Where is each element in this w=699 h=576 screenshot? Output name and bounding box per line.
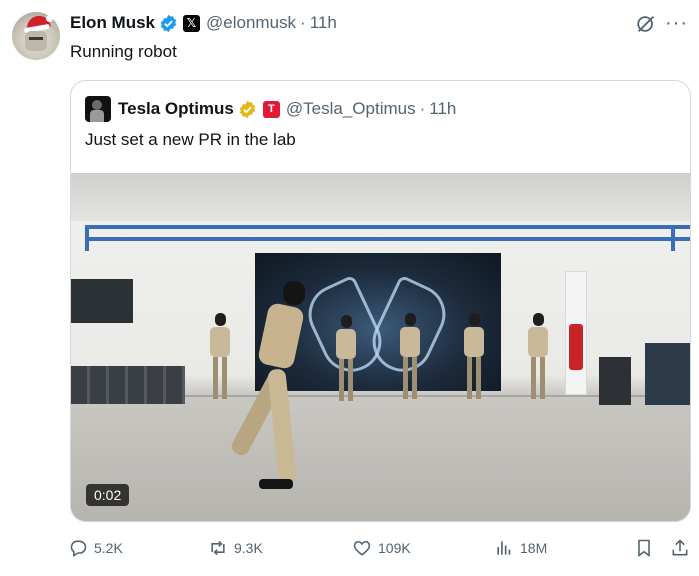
robot-legs xyxy=(339,359,353,401)
quote-avatar[interactable] xyxy=(85,96,111,122)
robot-head xyxy=(469,313,480,326)
like-count: 109K xyxy=(378,540,411,556)
wall-cabinet xyxy=(565,271,587,395)
robot-legs xyxy=(403,357,417,399)
robot-head xyxy=(341,315,352,328)
video-truss xyxy=(85,225,690,241)
reply-button[interactable]: 5.2K xyxy=(68,536,123,560)
bookmark-icon xyxy=(638,539,650,558)
quote-author-handle[interactable]: @Tesla_Optimus xyxy=(286,99,416,119)
runner-head xyxy=(283,281,305,305)
trash-bin xyxy=(599,357,631,405)
robot-legs xyxy=(213,357,227,399)
robot-torso xyxy=(464,327,484,357)
running-robot xyxy=(228,281,309,491)
like-button[interactable]: 109K xyxy=(352,536,411,560)
robot-head xyxy=(405,313,416,326)
tesla-icon: T xyxy=(262,100,280,118)
avatar-face xyxy=(25,31,47,51)
repost-button[interactable]: 9.3K xyxy=(208,536,263,560)
verified-icon xyxy=(160,14,177,32)
video-duration: 0:02 xyxy=(86,484,130,506)
quote-author-name[interactable]: Tesla Optimus xyxy=(118,99,234,119)
runner-foot xyxy=(259,479,293,489)
more-icon[interactable]: ··· xyxy=(665,12,688,34)
robot-torso xyxy=(210,327,230,357)
bookmark-button[interactable] xyxy=(634,536,660,560)
views-icon xyxy=(497,541,511,555)
floor xyxy=(71,397,690,521)
reply-count: 5.2K xyxy=(94,540,123,556)
quoted-tweet[interactable]: Tesla Optimus T @Tesla_Optimus · 11h Jus… xyxy=(70,80,691,522)
action-bar: 5.2K 9.3K 109K 18M xyxy=(68,536,692,560)
share-icon xyxy=(672,539,688,556)
robot-head xyxy=(533,313,544,326)
standing-robot xyxy=(333,315,359,401)
repost-count: 9.3K xyxy=(234,540,263,556)
robot-torso xyxy=(528,327,548,357)
like-icon xyxy=(353,540,371,556)
x-premium-icon: 𝕏 xyxy=(183,14,201,32)
standing-robot xyxy=(461,313,487,399)
robot-chargers xyxy=(71,366,185,404)
author-handle[interactable]: @elonmusk xyxy=(206,13,296,33)
runner-torso xyxy=(256,301,306,371)
video-player[interactable]: 0:02 xyxy=(71,173,690,521)
truss-post xyxy=(85,225,89,251)
wall-screen xyxy=(71,279,133,323)
tweet-text: Running robot xyxy=(70,42,177,61)
tweet-header: Elon Musk 𝕏 @elonmusk · 11h xyxy=(70,11,337,35)
quote-time[interactable]: 11h xyxy=(429,99,456,119)
runner-front-leg xyxy=(267,368,297,482)
reply-icon xyxy=(70,540,87,557)
standing-robot xyxy=(397,313,423,399)
robot-torso xyxy=(400,327,420,357)
quote-header: Tesla Optimus T @Tesla_Optimus · 11h xyxy=(85,96,456,122)
share-button[interactable] xyxy=(670,536,696,560)
repost-icon xyxy=(211,540,225,556)
grok-icon[interactable] xyxy=(635,13,657,35)
tweet-time[interactable]: 11h xyxy=(310,13,337,33)
robot-head xyxy=(215,313,226,326)
equipment-box xyxy=(645,343,690,405)
author-avatar[interactable] xyxy=(12,12,60,60)
robot-legs xyxy=(467,357,481,399)
standing-robot xyxy=(525,313,551,399)
robot-legs xyxy=(531,357,545,399)
video-ceiling xyxy=(71,173,690,221)
quote-separator-dot: · xyxy=(419,99,426,118)
quote-text: Just set a new PR in the lab xyxy=(85,130,296,149)
views-count: 18M xyxy=(520,540,548,556)
gold-verified-icon xyxy=(239,100,256,118)
truss-post xyxy=(671,225,675,251)
separator-dot: · xyxy=(300,13,306,32)
author-name[interactable]: Elon Musk xyxy=(70,13,155,33)
hat-pom xyxy=(46,15,53,22)
views-button[interactable]: 18M xyxy=(494,536,547,560)
robot-torso xyxy=(336,329,356,359)
standing-robot xyxy=(207,313,233,399)
